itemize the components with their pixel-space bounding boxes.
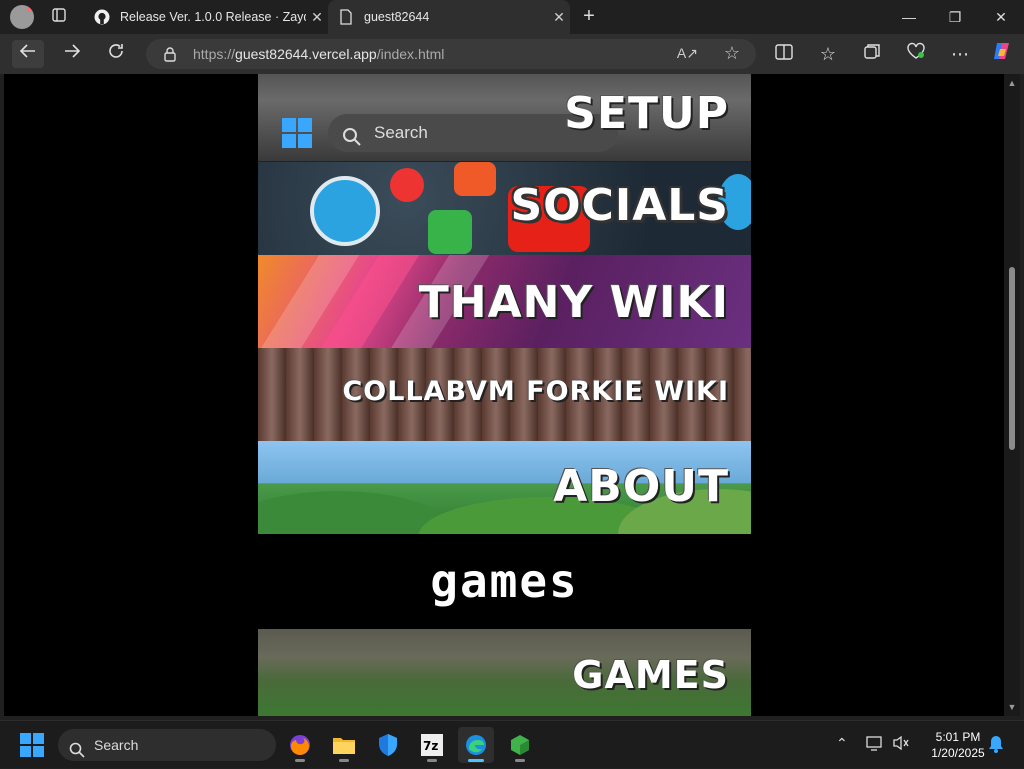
tab-release[interactable]: Release Ver. 1.0.0 Release · ZaydH ✕ (84, 0, 328, 34)
green-cube-app-icon[interactable] (502, 727, 538, 763)
page-scrollbar[interactable]: ▲ ▼ (1004, 74, 1020, 716)
volume-muted-icon[interactable] (892, 735, 910, 754)
social-app-icon (390, 168, 424, 202)
games-heading: games (258, 534, 751, 629)
github-icon (94, 9, 110, 25)
url-text[interactable]: https://guest82644.vercel.app/index.html (193, 46, 444, 62)
more-menu-icon[interactable]: ⋯ (944, 40, 976, 68)
banner-label: THANY WIKI (418, 277, 729, 328)
refresh-icon[interactable] (100, 40, 132, 68)
clock-time: 5:01 PM (935, 730, 981, 744)
scrollbar-thumb[interactable] (1009, 267, 1015, 450)
socials-banner[interactable]: SOCIALS (258, 162, 751, 255)
lock-icon[interactable] (162, 46, 178, 62)
tab-actions-icon[interactable] (48, 7, 70, 27)
collabvm-forkie-wiki-banner[interactable]: COLLABVM FORKIE WIKI (258, 348, 751, 441)
7zip-icon[interactable]: 7z (414, 727, 450, 763)
svg-text:7z: 7z (423, 739, 438, 753)
url-scheme: https:// (193, 46, 236, 62)
profile-avatar-icon[interactable] (10, 5, 34, 29)
browser-essentials-icon[interactable] (900, 40, 932, 68)
scroll-up-arrow-icon[interactable]: ▲ (1007, 78, 1017, 88)
system-clock[interactable]: 5:01 PM 1/20/2025 (918, 729, 998, 761)
banner-label: COLLABVM FORKIE WIKI (342, 376, 729, 407)
tab-title: Release Ver. 1.0.0 Release · ZaydH (120, 10, 306, 24)
favorites-icon[interactable]: ☆ (812, 40, 844, 68)
running-indicator (427, 759, 437, 762)
taskbar: Search 7z ⌃ 5:01 PM 1/20/2025 (0, 720, 1024, 768)
url-path: /index.html (376, 46, 445, 62)
split-screen-icon[interactable] (768, 40, 800, 68)
read-aloud-icon[interactable]: A↗ (677, 45, 698, 62)
tab-title: guest82644 (364, 10, 430, 24)
banner-list: Search SETUP SOCIALS THANY WIKI COLLABVM… (258, 74, 751, 716)
close-tab-icon[interactable]: ✕ (548, 9, 570, 26)
tab-strip: Release Ver. 1.0.0 Release · ZaydH ✕ gue… (0, 0, 1024, 34)
setup-banner[interactable]: Search SETUP (258, 74, 751, 162)
banner-label: SETUP (564, 88, 729, 139)
twitter-icon (310, 176, 380, 246)
running-indicator (295, 759, 305, 762)
search-icon (342, 123, 362, 161)
games-banner[interactable]: GAMES (258, 629, 751, 716)
new-tab-icon[interactable]: + (578, 6, 600, 28)
restore-icon[interactable]: ❐ (932, 0, 978, 34)
page-icon (338, 9, 354, 25)
tab-guest82644[interactable]: guest82644 ✕ (328, 0, 570, 34)
close-window-icon[interactable]: ✕ (978, 0, 1024, 34)
browser-window: Release Ver. 1.0.0 Release · ZaydH ✕ gue… (0, 0, 1024, 768)
firefox-icon[interactable] (282, 727, 318, 763)
running-indicator (339, 759, 349, 762)
file-explorer-icon[interactable] (326, 727, 362, 763)
windows-security-icon[interactable] (370, 727, 406, 763)
page-viewport: Search SETUP SOCIALS THANY WIKI COLLABVM… (4, 74, 1004, 716)
close-tab-icon[interactable]: ✕ (306, 9, 328, 26)
address-bar[interactable]: https://guest82644.vercel.app/index.html… (146, 39, 756, 69)
running-indicator (515, 759, 525, 762)
taskbar-search[interactable]: Search (58, 729, 276, 761)
favorite-star-icon[interactable]: ☆ (724, 43, 740, 64)
show-hidden-icons-icon[interactable]: ⌃ (836, 735, 848, 752)
browser-toolbar: https://guest82644.vercel.app/index.html… (0, 34, 1024, 74)
url-host: guest82644.vercel.app (235, 46, 377, 62)
setup-search-text: Search (374, 123, 428, 142)
banner-label: ABOUT (553, 461, 729, 512)
start-button[interactable] (20, 733, 44, 757)
back-icon[interactable] (12, 40, 44, 68)
search-icon (69, 737, 85, 769)
thany-wiki-banner[interactable]: THANY WIKI (258, 255, 751, 348)
edge-icon[interactable] (458, 727, 494, 763)
minimize-icon[interactable]: — (886, 0, 932, 34)
banner-label: GAMES (572, 653, 729, 697)
banner-label: SOCIALS (510, 180, 729, 231)
collections-icon[interactable] (856, 40, 888, 68)
windows-logo-icon (282, 118, 312, 148)
running-indicator (468, 759, 484, 762)
forward-icon[interactable] (56, 40, 88, 68)
social-app-icon (454, 162, 496, 196)
scroll-down-arrow-icon[interactable]: ▼ (1007, 702, 1017, 712)
about-banner[interactable]: ABOUT (258, 441, 751, 534)
taskbar-search-text: Search (94, 737, 139, 753)
clock-date: 1/20/2025 (931, 746, 985, 760)
chat-icon (428, 210, 472, 254)
copilot-icon[interactable] (986, 40, 1018, 68)
notification-bell-icon[interactable] (988, 735, 1004, 756)
network-icon[interactable] (866, 735, 884, 754)
